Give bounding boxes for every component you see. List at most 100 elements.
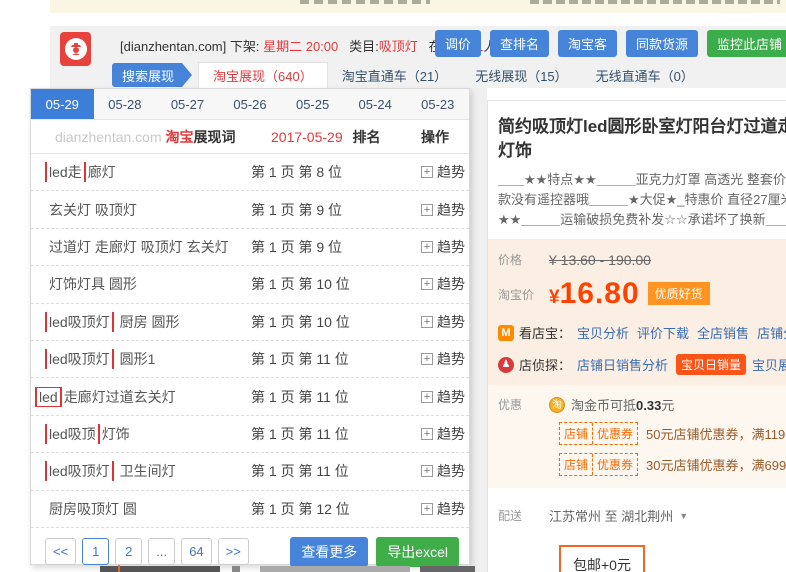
expand-trend-icon[interactable]: +: [421, 241, 433, 253]
expand-trend-icon[interactable]: +: [421, 428, 433, 440]
trend-label: 趋势: [437, 387, 465, 407]
trend-button[interactable]: +趋势: [406, 424, 469, 444]
view-more-button[interactable]: 查看更多: [290, 537, 368, 567]
trend-button[interactable]: +趋势: [406, 461, 469, 481]
rank-value: 第 1 页 第 9 位: [251, 200, 406, 220]
adjust-price-button[interactable]: 调价: [435, 30, 481, 57]
detective-icon: [65, 38, 87, 60]
trend-button[interactable]: +趋势: [406, 312, 469, 332]
link-item-analysis[interactable]: 宝贝分析: [577, 323, 629, 342]
trend-label: 趋势: [437, 200, 465, 220]
check-ranking-button[interactable]: 查排名: [490, 30, 549, 57]
date-tab-05-25[interactable]: 05-25: [281, 89, 344, 119]
expand-trend-icon[interactable]: +: [421, 316, 433, 328]
header-brand: 淘宝: [166, 129, 194, 145]
delivery-row: 配送 江苏常州 至 湖北荆州 ▼: [498, 506, 786, 525]
desc-line2: 款没有遥控器哦＿＿＿★大促★_特惠价 直径27厘米LED12: [498, 190, 786, 210]
browser-page-strip: [50, 0, 786, 13]
keyword-text: 厨房 圆形: [116, 314, 180, 330]
trend-label: 趋势: [437, 349, 465, 369]
coin-text: 淘金币可抵: [571, 398, 636, 413]
background-content-fragment: [118, 565, 120, 572]
coupon-row-1: 店铺优惠券 50元店铺优惠券，满1199元: [559, 422, 786, 445]
rank-value: 第 1 页 第 11 位: [251, 461, 406, 481]
table-row: led走廊灯 第 1 页 第 8 位 +趋势: [31, 154, 469, 191]
taobao-price: ¥16.80: [549, 277, 640, 311]
taojinbi-coin-icon: 淘: [549, 397, 565, 413]
delivery-label: 配送: [498, 507, 549, 524]
date-tab-05-27[interactable]: 05-27: [156, 89, 219, 119]
original-price: ¥ 13.60 - 190.00: [549, 252, 651, 268]
same-goods-button[interactable]: 同款货源: [626, 30, 698, 57]
highlighted-keyword: led吸顶灯: [45, 461, 114, 481]
date-tab-05-23[interactable]: 05-23: [406, 89, 469, 119]
daily-item-sales-badge[interactable]: 宝贝日销量: [676, 354, 746, 375]
date-tab-05-29[interactable]: 05-29: [31, 89, 94, 119]
keyword-ranking-popup: 05-29 05-28 05-27 05-26 05-25 05-24 05-2…: [30, 88, 470, 565]
product-description: ＿＿★★特点★★＿＿＿亚克力灯罩 高透光 整套价进口芯 款没有遥控器哦＿＿＿★大…: [498, 170, 786, 230]
expand-trend-icon[interactable]: +: [421, 353, 433, 365]
rank-value: 第 1 页 第 12 位: [251, 499, 406, 519]
expand-trend-icon[interactable]: +: [421, 503, 433, 515]
trend-button[interactable]: +趋势: [406, 162, 469, 182]
rank-value: 第 1 页 第 8 位: [251, 162, 406, 182]
trend-button[interactable]: + 趋势: [406, 349, 469, 369]
expand-trend-icon[interactable]: +: [421, 391, 433, 403]
export-excel-button[interactable]: 导出excel: [376, 537, 459, 567]
date-tab-05-24[interactable]: 05-24: [344, 89, 407, 119]
trend-button[interactable]: +趋势: [406, 499, 469, 519]
keyword-text: 灯饰灯具 圆形: [49, 276, 137, 292]
page-ellipsis[interactable]: ...: [148, 538, 175, 565]
taobaoke-button[interactable]: 淘宝客: [558, 30, 617, 57]
product-detail-panel: 简约吸顶灯led圆形卧室灯阳台灯过道走廊 灯饰 ＿＿★★特点★★＿＿＿亚克力灯罩…: [487, 100, 786, 572]
expand-trend-icon[interactable]: +: [421, 465, 433, 477]
trend-label: 趋势: [437, 237, 465, 257]
date-tabs: 05-29 05-28 05-27 05-26 05-25 05-24 05-2…: [31, 89, 469, 120]
tab-taobao-zhitongche[interactable]: 淘宝直通车（21）: [328, 62, 461, 88]
category-label: 类目:: [349, 39, 379, 54]
offshelf-label: 下架:: [230, 39, 260, 54]
link-review-download[interactable]: 评价下载: [637, 323, 689, 342]
dianzhentan-small-icon: ♟: [498, 357, 514, 373]
date-tab-05-28[interactable]: 05-28: [94, 89, 157, 119]
product-title-line2: 灯饰: [498, 139, 786, 163]
chevron-down-icon[interactable]: ▼: [679, 511, 688, 521]
link-store-sales[interactable]: 全店销售: [697, 323, 749, 342]
rank-value: 第 1 页 第 10 位: [251, 274, 406, 294]
trend-button[interactable]: + 趋势: [406, 200, 469, 220]
link-daily-sales-analysis[interactable]: 店铺日销售分析: [577, 355, 668, 374]
trend-button[interactable]: + 趋势: [406, 237, 469, 257]
coin-suffix: 元: [661, 398, 674, 413]
page-64-button[interactable]: 64: [181, 538, 211, 565]
prev-page-button[interactable]: <<: [45, 538, 76, 565]
tab-taobao-display[interactable]: 淘宝展现（640）: [198, 62, 328, 88]
next-page-button[interactable]: >>: [218, 538, 249, 565]
search-display-ribbon[interactable]: 搜索展现: [112, 63, 182, 87]
tab-wireless-zhitongche[interactable]: 无线直通车（0）: [582, 62, 708, 88]
header-rank: 排名: [353, 129, 381, 145]
delivery-destination[interactable]: 湖北荆州: [621, 509, 673, 524]
header-action-buttons: 调价 查排名 淘宝客 同款货源 监控此店铺: [435, 30, 786, 57]
trend-button[interactable]: + 趋势: [406, 387, 469, 407]
page-1-button[interactable]: 1: [82, 538, 109, 565]
link-store-analysis[interactable]: 店铺分析: [757, 323, 786, 342]
header-date: 2017-05-29: [271, 129, 343, 145]
table-row: 玄关灯 吸顶灯 第 1 页 第 9 位 +趋势: [31, 191, 469, 228]
link-item-display-words[interactable]: 宝贝展现词: [752, 355, 786, 374]
expand-trend-icon[interactable]: +: [421, 204, 433, 216]
expand-trend-icon[interactable]: +: [421, 166, 433, 178]
pagination-bar: << 1 2 ... 64 >> 查看更多 导出excel: [45, 537, 459, 567]
highlighted-keyword: led: [35, 387, 62, 407]
tab-wireless-display[interactable]: 无线展现（15）: [461, 62, 581, 88]
table-row: led吸顶灯 厨房 圆形 第 1 页 第 10 位 +趋势: [31, 304, 469, 341]
monitor-store-button[interactable]: 监控此店铺: [707, 30, 786, 57]
coin-value: 0.33: [636, 398, 661, 413]
promotion-block: 优惠 淘 淘金币可抵0.33元 店铺优惠券 50元店铺优惠券，满1199元 店铺…: [488, 385, 786, 488]
desc-line3: ★★＿＿＿运输破损免费补发☆☆承诺坏了换新＿＿＿★★: [498, 210, 786, 230]
keyword-text: 灯饰: [102, 426, 130, 442]
expand-trend-icon[interactable]: +: [421, 278, 433, 290]
date-tab-05-26[interactable]: 05-26: [219, 89, 282, 119]
trend-button[interactable]: +趋势: [406, 274, 469, 294]
promo-label: 优惠: [498, 396, 549, 413]
page-2-button[interactable]: 2: [115, 538, 142, 565]
